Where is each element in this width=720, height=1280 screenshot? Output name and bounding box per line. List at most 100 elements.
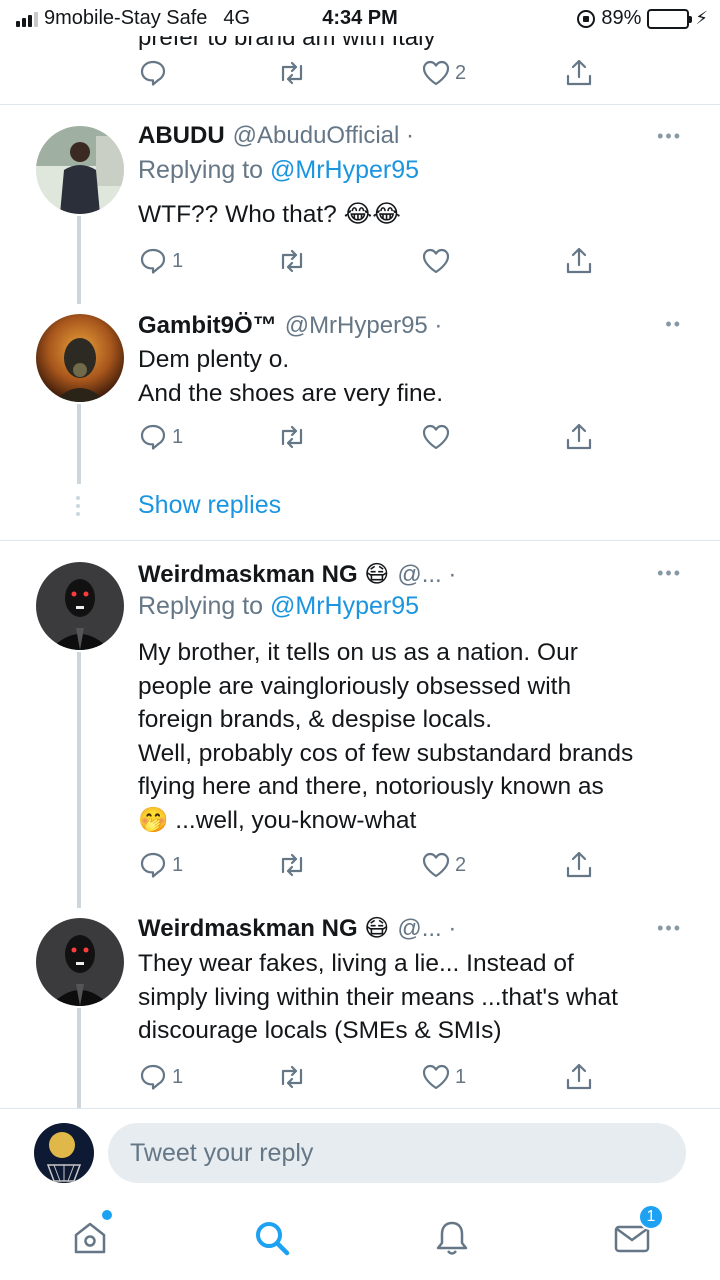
tweet-actions: 1 2 xyxy=(138,850,598,880)
reply-icon xyxy=(140,424,166,450)
avatar-weirdmaskman[interactable] xyxy=(36,562,124,650)
reply-icon xyxy=(140,60,166,86)
notifications-icon xyxy=(436,1221,468,1255)
author-name: Weirdmaskman NG 😷 xyxy=(138,561,390,588)
more-options-icon[interactable]: •• xyxy=(665,314,682,335)
heart-icon xyxy=(422,248,450,274)
like-button[interactable]: 1 xyxy=(421,1062,466,1092)
like-button[interactable]: 2 xyxy=(421,850,466,880)
replying-label: Replying to xyxy=(138,156,264,184)
share-button[interactable] xyxy=(564,246,594,276)
tweet-author[interactable]: Gambit9Ö™ @MrHyper95 · xyxy=(138,312,442,340)
avatar-abudu[interactable] xyxy=(36,126,124,214)
tweet-actions: 1 1 xyxy=(138,1062,598,1092)
author-handle: @... · xyxy=(397,561,457,588)
like-button[interactable] xyxy=(421,246,451,276)
heart-icon xyxy=(422,852,450,878)
my-avatar[interactable] xyxy=(34,1123,94,1183)
retweet-icon xyxy=(281,61,303,85)
reply-button[interactable]: 1 xyxy=(138,1062,183,1092)
status-bar: 9mobile-Stay Safe 4G 4:34 PM 89% ⚡ xyxy=(0,0,720,36)
more-options-icon[interactable]: ••• xyxy=(657,918,682,939)
share-button[interactable] xyxy=(564,1062,594,1092)
tab-notifications[interactable] xyxy=(422,1208,482,1268)
author-name: ABUDU xyxy=(138,122,225,149)
author-name: Gambit9Ö™ xyxy=(138,312,277,339)
heart-icon xyxy=(422,424,450,450)
tweet-text: WTF?? Who that? 😂😂 xyxy=(138,201,401,228)
retweet-button[interactable] xyxy=(276,422,308,452)
like-button[interactable] xyxy=(421,422,451,452)
tab-messages[interactable]: 1 xyxy=(602,1204,664,1268)
like-count: 1 xyxy=(455,1065,467,1088)
share-button[interactable] xyxy=(564,58,594,88)
new-content-dot xyxy=(102,1210,112,1220)
tweet-author[interactable]: ABUDU @AbuduOfficial · xyxy=(138,122,414,150)
tweet-actions: 2 xyxy=(138,58,598,88)
tweet-author[interactable]: Weirdmaskman NG 😷 @... · xyxy=(138,560,456,589)
messages-badge: 1 xyxy=(638,1204,664,1230)
reply-button[interactable] xyxy=(138,58,172,88)
share-button[interactable] xyxy=(564,850,594,880)
tweet-author[interactable]: Weirdmaskman NG 😷 @... · xyxy=(138,914,456,943)
reply-icon xyxy=(140,1064,166,1090)
reply-count: 1 xyxy=(172,1065,184,1088)
share-icon xyxy=(566,59,592,86)
retweet-icon xyxy=(281,425,303,449)
tab-home[interactable] xyxy=(60,1208,120,1268)
author-name: Weirdmaskman NG 😷 xyxy=(138,915,390,942)
tweet-actions: 1 xyxy=(138,422,598,452)
search-icon xyxy=(256,1222,290,1256)
share-button[interactable] xyxy=(564,422,594,452)
retweet-button[interactable] xyxy=(276,1062,308,1092)
retweet-button[interactable] xyxy=(276,58,308,88)
divider xyxy=(0,540,720,541)
reply-button[interactable]: 1 xyxy=(138,246,183,276)
divider xyxy=(0,104,720,105)
orientation-lock-icon xyxy=(577,9,596,28)
tweet-actions: 1 xyxy=(138,246,598,276)
author-handle: @AbuduOfficial · xyxy=(232,122,415,149)
reply-button[interactable]: 1 xyxy=(138,850,183,880)
thread-line xyxy=(77,1008,81,1108)
retweet-button[interactable] xyxy=(276,246,308,276)
thread-gap-dots xyxy=(76,496,82,520)
reply-count: 1 xyxy=(172,249,184,272)
like-count: 2 xyxy=(455,853,467,876)
replying-to: Replying to @MrHyper95 xyxy=(138,592,419,621)
retweet-icon xyxy=(281,853,303,877)
replying-label: Replying to xyxy=(138,592,264,620)
charging-icon: ⚡ xyxy=(695,8,708,28)
thread-line xyxy=(77,652,81,908)
replying-handle-link[interactable]: @MrHyper95 xyxy=(270,592,419,620)
author-handle: @... · xyxy=(397,915,457,942)
share-icon xyxy=(566,423,592,450)
reply-count: 1 xyxy=(172,853,184,876)
reply-count: 1 xyxy=(172,425,184,448)
retweet-icon xyxy=(281,1065,303,1089)
reply-composer: Tweet your reply xyxy=(0,1108,720,1196)
avatar-weirdmaskman[interactable] xyxy=(36,918,124,1006)
avatar-gambit[interactable] xyxy=(36,314,124,402)
like-button[interactable]: 2 xyxy=(421,58,466,88)
battery-icon xyxy=(647,8,693,29)
reply-icon xyxy=(140,852,166,878)
retweet-button[interactable] xyxy=(276,850,308,880)
tweet-text: My brother, it tells on us as a nation. … xyxy=(138,639,634,834)
retweet-icon xyxy=(281,249,303,273)
more-options-icon[interactable]: ••• xyxy=(657,126,682,147)
share-icon xyxy=(566,851,592,878)
reply-button[interactable]: 1 xyxy=(138,422,183,452)
tab-search[interactable] xyxy=(242,1208,302,1268)
replying-handle-link[interactable]: @MrHyper95 xyxy=(270,156,419,184)
author-handle: @MrHyper95 · xyxy=(284,312,443,339)
show-replies-link[interactable]: Show replies xyxy=(138,491,281,520)
reply-input[interactable]: Tweet your reply xyxy=(108,1123,686,1183)
like-count: 2 xyxy=(455,61,467,84)
thread-line xyxy=(77,216,81,304)
reply-icon xyxy=(140,248,166,274)
tweet-text: Dem plenty o. And the shoes are very fin… xyxy=(138,346,444,407)
thread-line xyxy=(77,404,81,484)
tweet-text: They wear fakes, living a lie... Instead… xyxy=(138,950,618,1044)
more-options-icon[interactable]: ••• xyxy=(657,563,682,584)
